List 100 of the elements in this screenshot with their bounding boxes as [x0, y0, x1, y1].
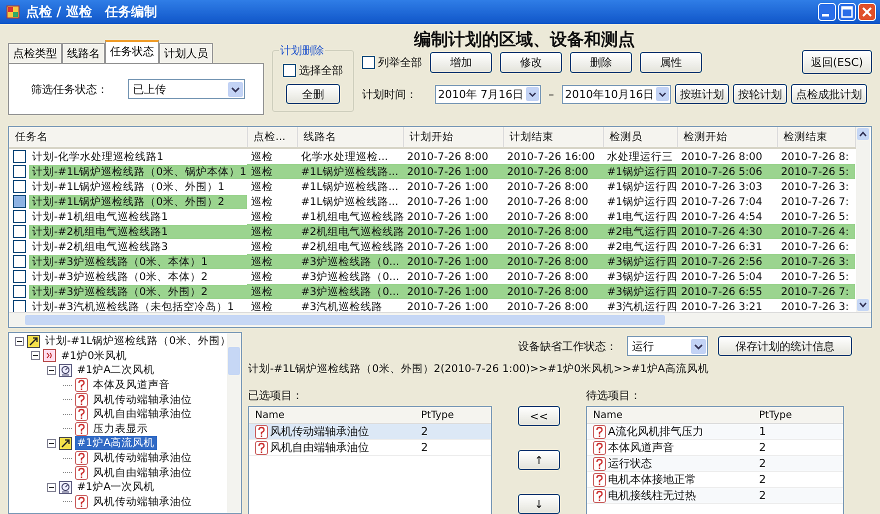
arrow-icon [27, 334, 40, 348]
list-row[interactable]: A流化风机排气压力 1 [587, 424, 843, 440]
collapse-icon[interactable] [47, 366, 56, 375]
action-button[interactable]: 修改 [500, 52, 562, 72]
row-checkbox[interactable] [13, 300, 26, 312]
close-icon[interactable] [858, 3, 876, 21]
column-header[interactable]: 点检... [247, 127, 297, 148]
list-all-checkbox[interactable]: 列举全部 [362, 54, 422, 70]
column-header[interactable]: 检测开始 [677, 127, 777, 148]
column-header[interactable]: 计划开始 [403, 127, 503, 148]
row-checkbox[interactable] [13, 255, 26, 268]
column-header[interactable]: 线路名 [297, 127, 403, 148]
vertical-scrollbar[interactable] [227, 333, 241, 513]
pt-type: 2 [758, 489, 767, 502]
table-row[interactable]: 计划-#1L锅炉巡检线路（0米、外围）2 巡检 #1L锅炉巡检线路... 2010-7-26 1:00 2010-7-26 8:00 #1锅炉运行四 2010-7-26 7:04 2010-7-26 7: [9, 194, 855, 209]
filter-tab[interactable]: 计划人员 [159, 43, 213, 63]
list-row[interactable]: 电机接线柱无过热 2 [587, 488, 843, 504]
tree-item[interactable]: 风机传动端轴承油位 [91, 451, 194, 466]
move-button[interactable]: << [518, 406, 560, 426]
date-picker[interactable]: 2010年 7月16日 [435, 84, 540, 104]
collapse-icon[interactable] [15, 336, 24, 346]
table-row[interactable]: 计划-#1L锅炉巡检线路（0米、外围）1 巡检 #1L锅炉巡检线路... 2010-7-26 1:00 2010-7-26 8:00 #1锅炉运行四 2010-7-26 3:03 2010-7-26 3: [9, 179, 855, 194]
table-cell: 2010-7-26 4:30 [681, 226, 762, 238]
action-button[interactable]: 属性 [640, 52, 702, 72]
tree-item[interactable]: 风机自由端轴承油位 [91, 407, 194, 422]
tree-item[interactable]: #1炉A一次风机 [75, 480, 157, 494]
table-row[interactable]: 计划-化学水处理巡检线路1 巡检 化学水处理巡检... 2010-7-26 8:00 2010-7-26 16:00 水处理运行三 2010-7-26 8:00 2010-7-26 8: [9, 148, 855, 164]
list-row[interactable]: 运行状态 2 [587, 456, 843, 472]
table-row[interactable]: 计划-#3炉巡检线路（0米、外围）2 巡检 #3炉巡检线路（0... 2010-7-26 1:00 2010-7-26 8:00 #3锅炉运行四 2010-7-26 6:55 2010-7-26 7: [9, 284, 855, 299]
horizontal-scrollbar[interactable] [9, 312, 871, 327]
column-header[interactable]: 计划结束 [503, 127, 603, 148]
table-cell: #1L锅炉巡检线路... [301, 180, 398, 192]
delete-all-button[interactable]: 全删 [286, 84, 340, 104]
plan-button[interactable]: 按轮计划 [733, 84, 787, 104]
table-row[interactable]: 计划-#1L锅炉巡检线路（0米、锅炉本体）1 巡检 #1L锅炉巡检线路... 2010-7-26 1:00 2010-7-26 8:00 #1锅炉运行四 2010-7-26 5:06 2010-7-26 5: [9, 164, 855, 179]
return-button[interactable]: 返回(ESC) [802, 50, 872, 74]
pt-type: 1 [758, 425, 767, 438]
save-button[interactable]: 保存计划的统计信息 [718, 336, 852, 356]
state-dropdown[interactable]: 运行 [627, 336, 708, 356]
tree-item[interactable]: 风机传动端轴承油位 [91, 494, 194, 509]
tree-item[interactable]: 计划-#1L锅炉巡检线路（0米、外围） [43, 334, 227, 348]
column-header[interactable]: 任务名 [9, 127, 247, 148]
row-checkbox[interactable] [13, 270, 26, 283]
plan-button[interactable]: 按班计划 [675, 84, 729, 104]
vertical-scrollbar[interactable] [856, 127, 870, 312]
move-button[interactable]: ↓ [518, 494, 560, 514]
filter-tab[interactable]: 点检类型 [8, 43, 62, 63]
table-cell: 2010-7-26 6:55 [681, 286, 762, 298]
table-cell: 2010-7-26 1:00 [407, 210, 488, 222]
scroll-down-icon[interactable] [856, 299, 868, 311]
table-cell: 2010-7-26 6:31 [681, 240, 762, 252]
tree-item[interactable]: 本体及风道声音 [91, 378, 172, 392]
tree-item[interactable]: 风机自由端轴承油位 [91, 466, 194, 480]
window-title: 点检 / 巡检 任务编制 [26, 4, 157, 21]
table-cell: 化学水处理巡检... [301, 150, 388, 162]
row-checkbox[interactable] [13, 225, 26, 238]
row-checkbox[interactable] [13, 285, 26, 298]
tree-item[interactable]: #1炉A高流风机 [75, 436, 157, 450]
row-checkbox[interactable] [13, 180, 26, 193]
tree-item[interactable]: 风机传动端轴承油位 [91, 392, 194, 407]
filter-tab[interactable]: 线路名 [62, 43, 105, 63]
list-row[interactable]: 风机传动端轴承油位 2 [249, 424, 491, 440]
tree-item[interactable]: #1炉0米风机 [59, 348, 130, 363]
list-row[interactable]: 风机自由端轴承油位 2 [249, 440, 491, 456]
date-picker[interactable]: 2010年10月16日 [562, 84, 671, 104]
collapse-icon[interactable] [31, 351, 40, 360]
action-button[interactable]: 增加 [430, 52, 492, 72]
row-checkbox[interactable] [13, 150, 26, 163]
collapse-icon[interactable] [47, 438, 56, 448]
collapse-icon[interactable] [47, 482, 56, 492]
table-row[interactable]: 计划-#2机组电气巡检线路3 巡检 #2机组电气巡检线路 2010-7-26 1:00 2010-7-26 8:00 #2电气运行四 2010-7-26 6:31 2010-7-26 6: [9, 239, 855, 254]
row-checkbox[interactable] [13, 195, 26, 208]
row-checkbox[interactable] [13, 165, 26, 178]
move-button[interactable]: ↑ [518, 450, 560, 470]
table-cell: 2010-7-26 8: [781, 150, 849, 162]
range-separator: – [548, 88, 554, 100]
row-checkbox[interactable] [13, 210, 26, 223]
column-header[interactable]: 检测员 [603, 127, 677, 148]
group-title: 计划删除 [279, 43, 325, 58]
row-checkbox[interactable] [13, 240, 26, 253]
filter-tab[interactable]: 任务状态 [105, 40, 159, 63]
table-row[interactable]: 计划-#3炉巡检线路（0米、本体）2 巡检 #3炉巡检线路（0... 2010-7-26 1:00 2010-7-26 8:00 #3锅炉运行四 2010-7-26 5:04 2010-7-26 5: [9, 269, 855, 284]
table-row[interactable]: 计划-#3炉巡检线路（0米、本体）1 巡检 #3炉巡检线路（0... 2010-7-26 1:00 2010-7-26 8:00 #3锅炉运行四 2010-7-26 2:56 2010-7-26 3: [9, 254, 855, 269]
table-row[interactable]: 计划-#2机组电气巡检线路1 巡检 #2机组电气巡检线路 2010-7-26 1:00 2010-7-26 8:00 #2电气运行四 2010-7-26 4:30 2010-7-26 4: [9, 224, 855, 239]
scroll-up-icon[interactable] [856, 128, 868, 140]
table-row[interactable]: 计划-#1机组电气巡检线路1 巡检 #1机组电气巡检线路 2010-7-26 1:00 2010-7-26 8:00 #1电气运行四 2010-7-26 4:54 2010-7-26 5: [9, 209, 855, 224]
tree-item[interactable]: #1炉A二次风机 [75, 363, 157, 378]
status-dropdown[interactable]: 已上传 [128, 79, 245, 99]
select-all-checkbox[interactable]: 选择全部 [283, 63, 343, 78]
tree-item[interactable]: 压力表显示 [91, 422, 150, 436]
item-name: 风机自由端轴承油位 [270, 440, 369, 455]
table-cell: 2010-7-26 8:00 [507, 240, 588, 252]
table-cell: 巡检 [251, 240, 273, 252]
minimize-icon[interactable] [818, 3, 836, 21]
column-header[interactable]: 检测结束 [777, 127, 855, 148]
signal-icon [43, 349, 56, 362]
plan-button[interactable]: 点检成批计划 [791, 84, 867, 104]
table-cell: 计划-#1L锅炉巡检线路（0米、锅炉本体）1 [29, 164, 250, 178]
action-button[interactable]: 删除 [570, 52, 632, 72]
maximize-icon[interactable] [838, 3, 856, 21]
